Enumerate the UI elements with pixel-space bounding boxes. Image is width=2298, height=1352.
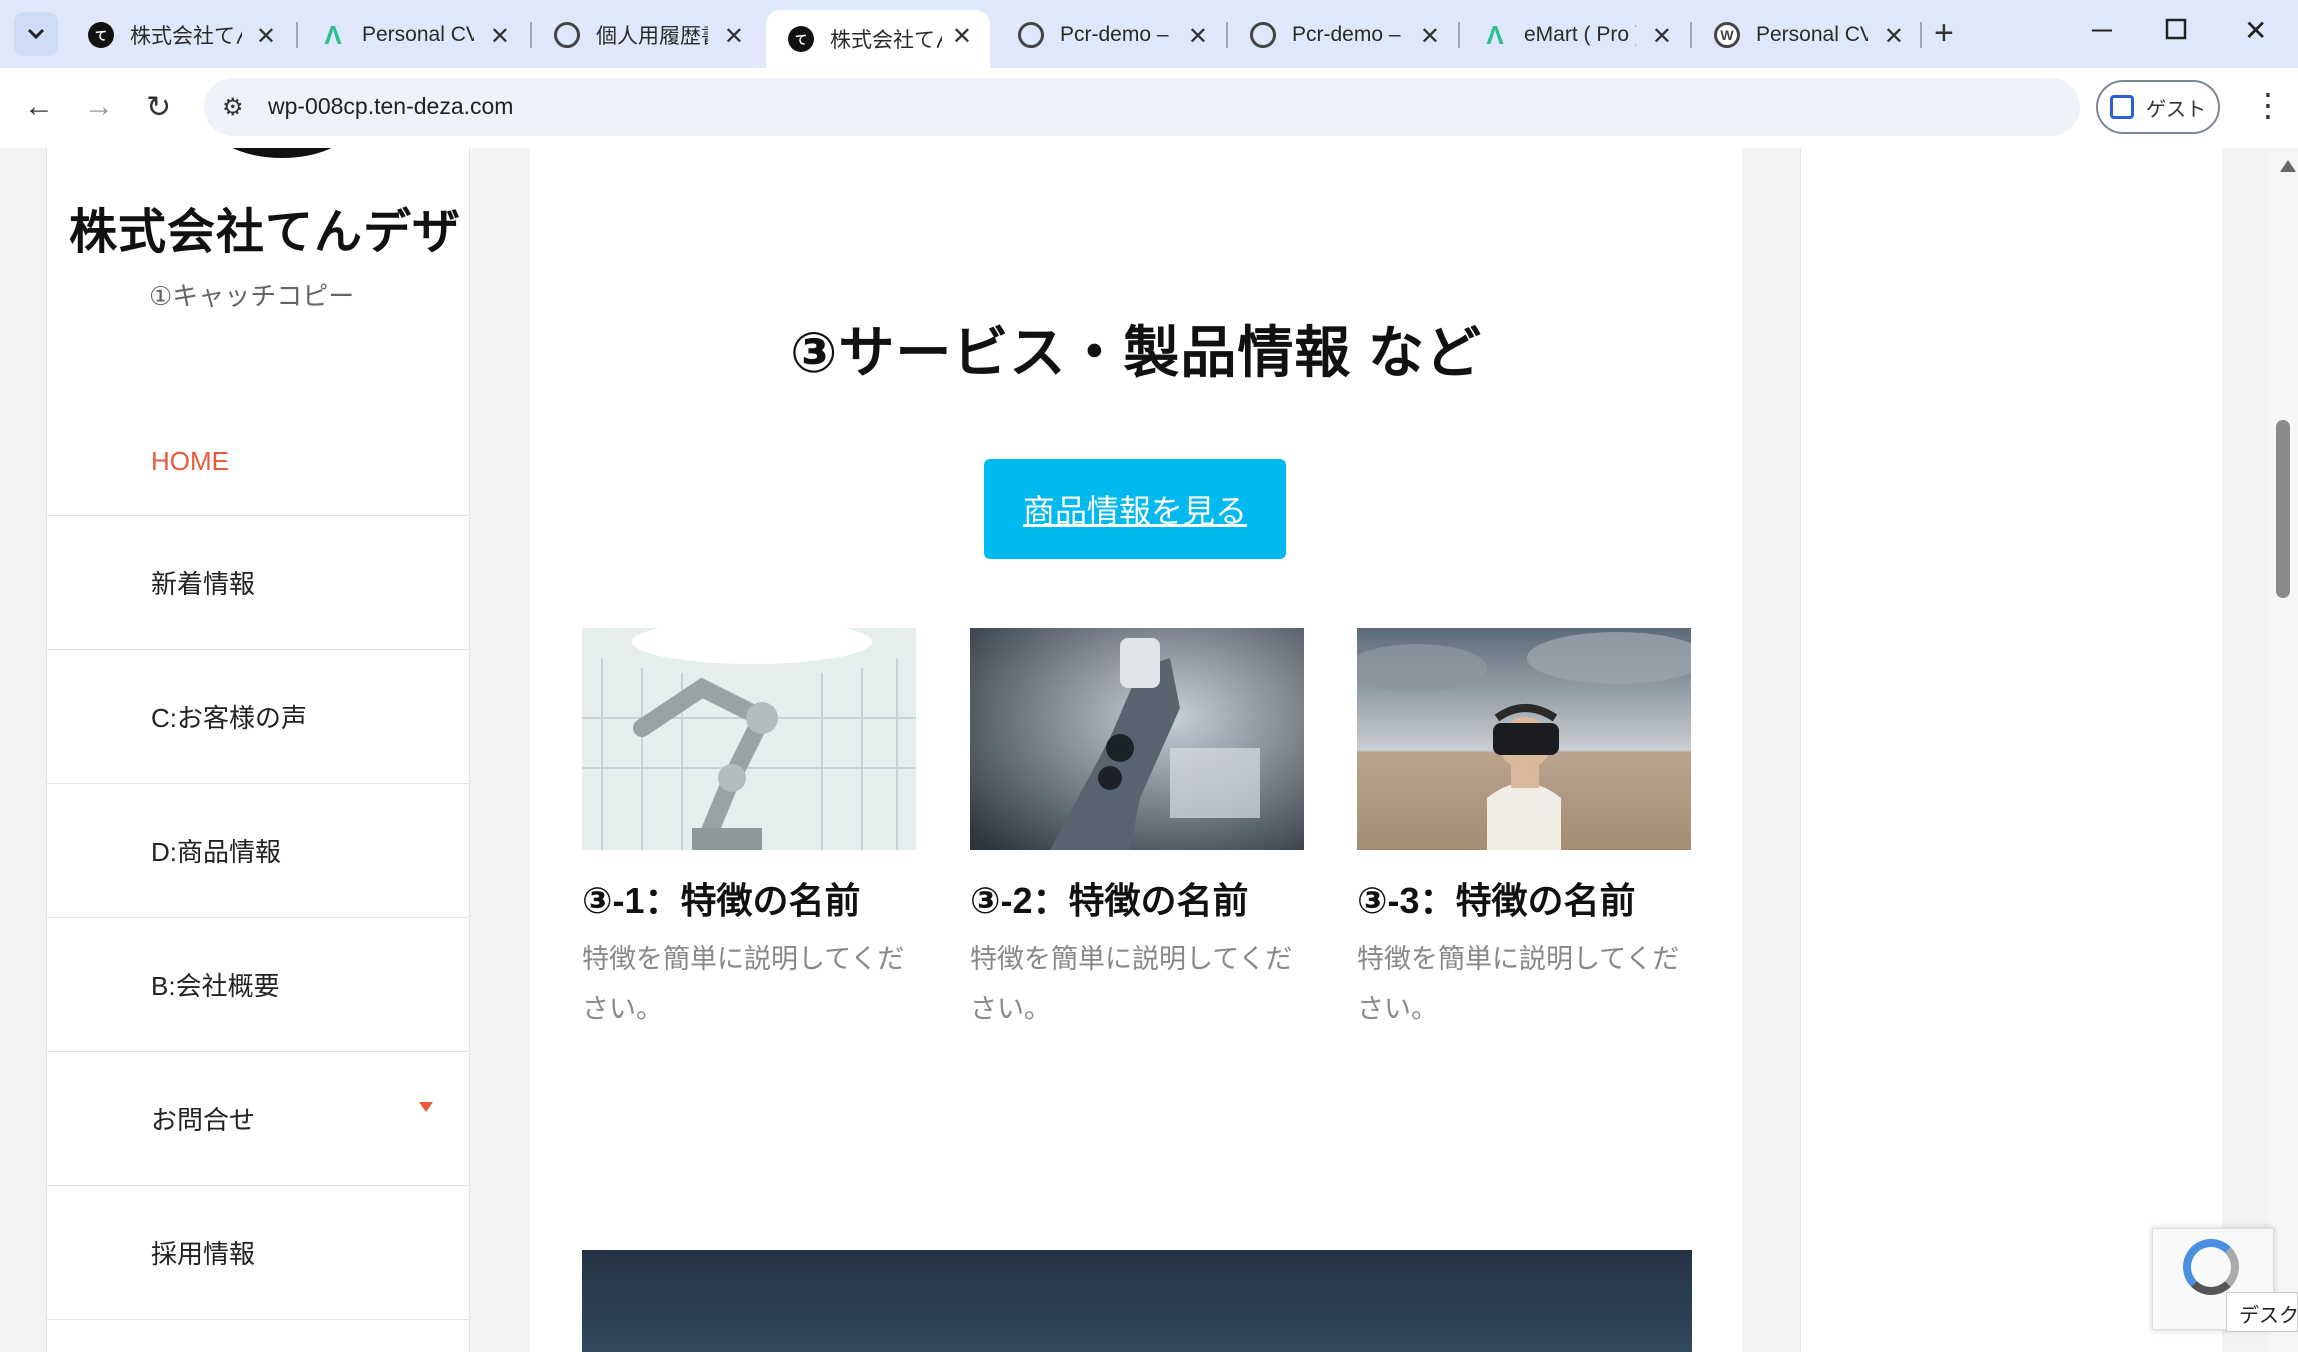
site-tagline: ①キャッチコピー [149,281,355,311]
forward-arrow-icon[interactable]: → [84,90,114,124]
browser-tab[interactable]: W Personal CV ✕ [1692,10,1922,60]
feature-card: ③-2：特徴の名前 特徴を簡単に説明してください。 [970,628,1304,1034]
site-settings-icon[interactable]: ⚙ [222,93,244,122]
close-icon[interactable]: ✕ [256,22,276,51]
web-page: 株式会社てんデザ ①キャッチコピー HOME 新着情報 C:お客様の声 D:商品… [0,148,2298,1352]
browser-tab[interactable]: Pcr-demo – ✕ [1228,10,1458,60]
next-section-banner [582,1250,1692,1352]
close-icon[interactable]: ✕ [1188,22,1208,51]
feature-title: ③-2：特徴の名前 [970,880,1249,921]
feature-title: ③-1：特徴の名前 [582,880,861,921]
profile-guest-button[interactable]: ゲスト [2096,80,2220,134]
menu-item-news[interactable]: 新着情報 [47,516,469,650]
close-icon[interactable]: ✕ [1420,22,1440,51]
feature-card: ③-3：特徴の名前 特徴を簡単に説明してください。 [1357,628,1691,1034]
minimize-icon[interactable]: ─ [2092,14,2112,46]
tenndeza-logo-icon: て [88,22,114,48]
view-products-button[interactable]: 商品情報を見る [984,459,1286,559]
robot-closeup-photo [970,628,1304,850]
window-close-icon[interactable]: ✕ [2244,14,2267,47]
globe-icon [554,22,580,48]
close-icon[interactable]: ✕ [724,22,744,51]
right-sidebar [1800,148,2222,1352]
main-menu: HOME 新着情報 C:お客様の声 D:商品情報 B:会社概要 お問合せ 採用情… [47,408,469,1320]
menu-item-company[interactable]: B:会社概要 [47,918,469,1052]
profile-icon [2110,95,2134,119]
tab-strip: て 株式会社てん ✕ Λ Personal CV ✕ 個人用履歴書 ✕ て 株式… [0,0,2298,68]
recaptcha-icon [2183,1239,2239,1295]
site-logo[interactable] [207,148,357,158]
new-tab-button[interactable]: + [1934,14,1954,53]
browser-toolbar: ← → ↻ ⚙ wp-008cp.ten-deza.com ゲスト ⋮ [0,68,2298,149]
maximize-icon[interactable] [2164,16,2188,48]
close-icon[interactable]: ✕ [1652,22,1672,51]
scrollbar-thumb[interactable] [2276,420,2290,598]
page-scrollbar[interactable] [2268,148,2298,1352]
tab-search-button[interactable] [14,12,58,56]
site-sidebar: 株式会社てんデザ ①キャッチコピー HOME 新着情報 C:お客様の声 D:商品… [46,148,470,1352]
site-title[interactable]: 株式会社てんデザ [69,192,461,262]
globe-icon [1018,22,1044,48]
chevron-down-icon [27,28,45,40]
browser-tab[interactable]: Λ Personal CV ✕ [298,10,528,60]
menu-item-home[interactable]: HOME [47,408,469,516]
browser-tab[interactable]: 個人用履歴書 ✕ [532,10,762,60]
main-content: ③サービス・製品情報 など 商品情報を見る ③-1：特徴の名前 特徴を簡単に説明… [530,148,1742,1352]
feature-card: ③-1：特徴の名前 特徴を簡単に説明してください。 [582,628,916,1034]
feature-title: ③-3：特徴の名前 [1357,880,1636,921]
robot-arm-lab-photo [582,628,916,850]
astra-icon: Λ [324,19,342,50]
menu-item-products[interactable]: D:商品情報 [47,784,469,918]
wordpress-icon: W [1714,22,1740,48]
close-icon[interactable]: ✕ [490,22,510,51]
tenndeza-logo-icon: て [788,26,814,52]
feature-description: 特徴を簡単に説明してください。 [970,944,1293,1024]
menu-item-contact[interactable]: お問合せ [47,1052,469,1186]
more-menu-icon[interactable]: ⋮ [2252,86,2284,124]
browser-tab[interactable]: て 株式会社てん ✕ [66,10,294,60]
scroll-up-arrow-icon[interactable] [2280,160,2296,172]
section-title: ③サービス・製品情報 など [790,321,1482,384]
reload-icon[interactable]: ↻ [146,90,171,125]
browser-tab-active[interactable]: て 株式会社てん ✕ [766,10,990,68]
feature-description: 特徴を簡単に説明してください。 [1357,944,1680,1024]
feature-description: 特徴を簡単に説明してください。 [582,944,905,1024]
close-icon[interactable]: ✕ [952,22,972,51]
menu-item-recruit[interactable]: 採用情報 [47,1186,469,1320]
globe-icon [1250,22,1276,48]
guest-label: ゲスト [2146,98,2206,121]
address-bar[interactable]: ⚙ wp-008cp.ten-deza.com [204,78,2080,136]
tab-divider [1920,22,1922,48]
submenu-caret-icon[interactable] [419,1102,433,1112]
desktop-tooltip: デスクト [2226,1292,2298,1332]
close-icon[interactable]: ✕ [1884,22,1904,51]
vr-headset-desert-photo [1357,628,1691,850]
astra-icon: Λ [1486,19,1504,50]
back-arrow-icon[interactable]: ← [24,90,54,124]
menu-item-voices[interactable]: C:お客様の声 [47,650,469,784]
browser-tab[interactable]: Λ eMart ( Pro ) ✕ [1460,10,1690,60]
url-text[interactable]: wp-008cp.ten-deza.com [268,93,513,120]
browser-tab[interactable]: Pcr-demo – ✕ [996,10,1226,60]
